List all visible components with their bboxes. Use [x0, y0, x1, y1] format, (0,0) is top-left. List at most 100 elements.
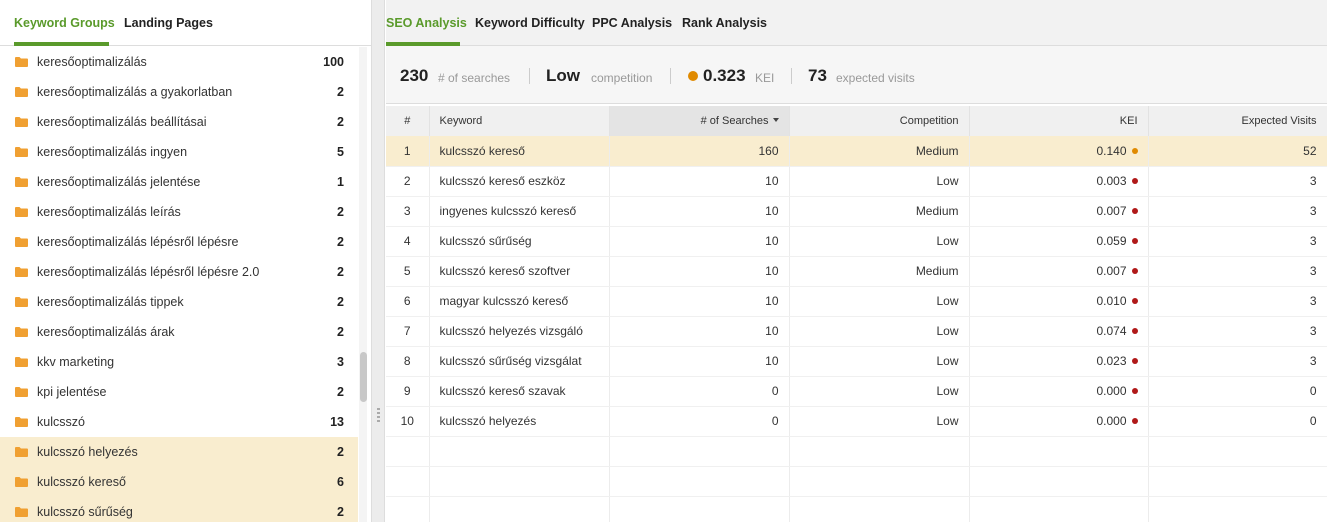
list-item[interactable]: keresőoptimalizálás 100: [0, 47, 358, 77]
cell-searches: 10: [609, 286, 790, 317]
kei-value: 0.007: [1096, 264, 1127, 278]
list-item[interactable]: keresőoptimalizálás leírás 2: [0, 197, 358, 227]
tab-seo-analysis[interactable]: SEO Analysis: [386, 16, 467, 30]
group-count: 2: [337, 235, 344, 249]
group-name: keresőoptimalizálás lépésről lépésre 2.0: [37, 265, 260, 279]
group-count: 13: [330, 415, 344, 429]
list-item[interactable]: keresőoptimalizálás árak 2: [0, 317, 358, 347]
cell-keyword: kulcsszó kereső eszköz: [429, 166, 610, 197]
kei-value: 0.010: [1096, 294, 1127, 308]
list-item[interactable]: keresőoptimalizálás a gyakorlatban 2: [0, 77, 358, 107]
cell-expected-visits: 3: [1148, 256, 1327, 287]
kei-status-icon: [1131, 238, 1138, 244]
analysis-panel: SEO Analysis Keyword Difficulty PPC Anal…: [386, 0, 1327, 522]
table-row[interactable]: 7 kulcsszó helyezés vizsgáló 10 Low 0.074 3: [386, 316, 1327, 347]
table-row[interactable]: 10 kulcsszó helyezés 0 Low 0.000 0: [386, 406, 1327, 437]
col-header-searches[interactable]: # of Searches: [609, 106, 790, 136]
kei-value: 0.003: [1096, 174, 1127, 188]
cell-expected-visits: 3: [1148, 166, 1327, 197]
group-name: kulcsszó kereső: [37, 475, 126, 489]
cell-keyword: ingyenes kulcsszó kereső: [429, 196, 610, 227]
table-row[interactable]: 6 magyar kulcsszó kereső 10 Low 0.010 3: [386, 286, 1327, 317]
table-row[interactable]: 3 ingyenes kulcsszó kereső 10 Medium 0.007 3: [386, 196, 1327, 227]
kei-label: KEI: [755, 71, 775, 85]
list-item[interactable]: keresőoptimalizálás ingyen 5: [0, 137, 358, 167]
table-row[interactable]: 8 kulcsszó sűrűség vizsgálat 10 Low 0.023 3: [386, 346, 1327, 377]
folder-icon: [15, 477, 28, 487]
cell-competition: Medium: [789, 256, 970, 287]
table-row[interactable]: 9 kulcsszó kereső szavak 0 Low 0.000 0: [386, 376, 1327, 407]
col-header-kei[interactable]: KEI: [969, 106, 1149, 136]
list-item[interactable]: keresőoptimalizálás lépésről lépésre 2: [0, 227, 358, 257]
cell-searches: 0: [609, 406, 790, 437]
cell-expected-visits: 52: [1148, 136, 1327, 167]
cell-competition: Low: [789, 286, 970, 317]
col-header-keyword[interactable]: Keyword: [429, 106, 610, 136]
list-item[interactable]: kkv marketing 3: [0, 347, 358, 377]
cell-number: 5: [386, 256, 430, 287]
expected-visits-label: expected visits: [836, 71, 915, 85]
kei-value: 0.023: [1096, 354, 1127, 368]
cell-searches: 10: [609, 226, 790, 257]
list-item[interactable]: kpi jelentése 2: [0, 377, 358, 407]
folder-icon: [15, 357, 28, 367]
list-item[interactable]: keresőoptimalizálás jelentése 1: [0, 167, 358, 197]
group-name: kulcsszó helyezés: [37, 445, 138, 459]
folder-icon: [15, 237, 28, 247]
table-row[interactable]: 2 kulcsszó kereső eszköz 10 Low 0.003 3: [386, 166, 1327, 197]
folder-icon: [15, 387, 28, 397]
list-item[interactable]: kulcsszó kereső 6: [0, 467, 358, 497]
tab-landing-pages[interactable]: Landing Pages: [124, 16, 213, 30]
kei-status-icon: [688, 71, 698, 81]
col-header-expected-visits[interactable]: Expected Visits: [1148, 106, 1327, 136]
tab-keyword-difficulty[interactable]: Keyword Difficulty: [475, 16, 585, 30]
cell-keyword: kulcsszó helyezés vizsgáló: [429, 316, 610, 347]
kei-value: 0.007: [1096, 204, 1127, 218]
folder-icon: [15, 267, 28, 277]
cell-searches: 10: [609, 346, 790, 377]
group-count: 2: [337, 445, 344, 459]
table-row[interactable]: 4 kulcsszó sűrűség 10 Low 0.059 3: [386, 226, 1327, 257]
table-row[interactable]: 5 kulcsszó kereső szoftver 10 Medium 0.007 3: [386, 256, 1327, 287]
cell-keyword: kulcsszó kereső: [429, 136, 610, 167]
kei-status-icon: [1131, 208, 1138, 214]
tab-ppc-analysis[interactable]: PPC Analysis: [592, 16, 672, 30]
col-header-competition[interactable]: Competition: [789, 106, 970, 136]
folder-icon: [15, 57, 28, 67]
list-item[interactable]: keresőoptimalizálás lépésről lépésre 2.0…: [0, 257, 358, 287]
group-count: 2: [337, 505, 344, 519]
group-name: keresőoptimalizálás jelentése: [37, 175, 201, 189]
group-count: 1: [337, 175, 344, 189]
kei-value: 0.323: [703, 66, 746, 85]
tab-keyword-groups[interactable]: Keyword Groups: [14, 16, 115, 30]
folder-icon: [15, 117, 28, 127]
active-tab-indicator: [14, 42, 109, 46]
analysis-tab-bar: SEO Analysis Keyword Difficulty PPC Anal…: [386, 0, 1327, 46]
list-item[interactable]: kulcsszó helyezés 2: [0, 437, 358, 467]
summary-bar: 230 # of searches Low competition 0.323 …: [386, 46, 1327, 104]
left-tab-bar: Keyword Groups Landing Pages: [0, 0, 371, 46]
group-name: kulcsszó: [37, 415, 85, 429]
col-header-number[interactable]: #: [386, 106, 430, 136]
cell-number: 9: [386, 376, 430, 407]
list-item[interactable]: keresőoptimalizálás tippek 2: [0, 287, 358, 317]
cell-searches: 10: [609, 256, 790, 287]
tab-rank-analysis[interactable]: Rank Analysis: [682, 16, 767, 30]
scrollbar-thumb[interactable]: [360, 352, 367, 402]
cell-keyword: kulcsszó kereső szoftver: [429, 256, 610, 287]
kei-status-icon: [1131, 147, 1138, 154]
cell-kei: 0.007: [969, 196, 1149, 227]
cell-expected-visits: 3: [1148, 346, 1327, 377]
cell-competition: Low: [789, 316, 970, 347]
cell-competition: Low: [789, 166, 970, 197]
panel-splitter[interactable]: [372, 0, 385, 522]
list-item[interactable]: kulcsszó 13: [0, 407, 358, 437]
group-count: 2: [337, 385, 344, 399]
list-item[interactable]: kulcsszó sűrűség 2: [0, 497, 358, 522]
scrollbar-track[interactable]: [359, 47, 367, 522]
cell-competition: Medium: [789, 136, 970, 167]
splitter-grip-icon[interactable]: [377, 408, 380, 422]
table-row[interactable]: 1 kulcsszó kereső 160 Medium 0.140 52: [386, 136, 1327, 167]
cell-expected-visits: 0: [1148, 406, 1327, 437]
list-item[interactable]: keresőoptimalizálás beállításai 2: [0, 107, 358, 137]
